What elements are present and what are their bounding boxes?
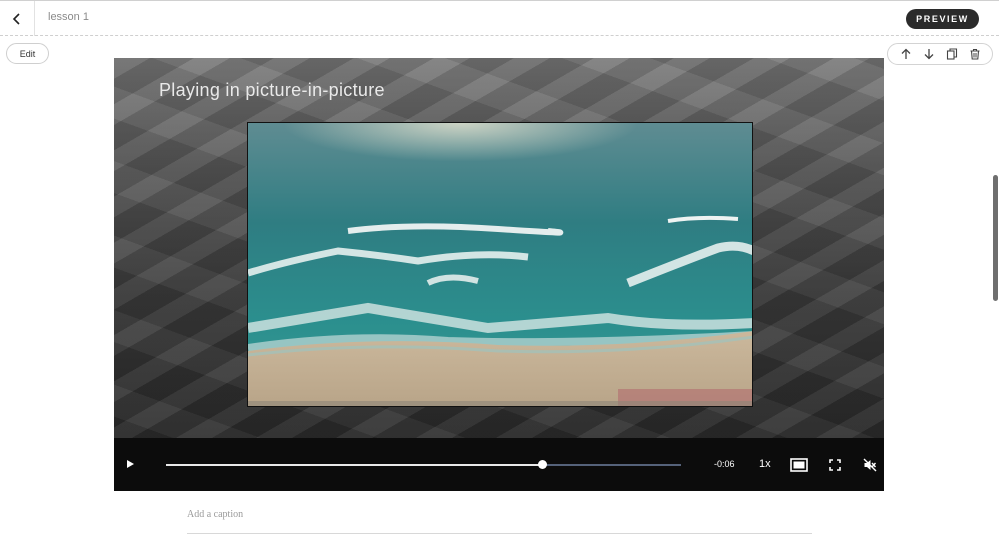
move-up-button[interactable] [897,45,915,63]
top-bar: lesson 1 PREVIEW [0,0,999,36]
picture-in-picture-icon [790,458,808,472]
back-button[interactable] [0,1,35,36]
edit-button[interactable]: Edit [6,43,49,64]
player-controls: -0:06 1x [114,438,884,491]
time-remaining: -0:06 [714,459,735,469]
duplicate-icon [946,48,957,60]
fullscreen-button[interactable] [825,455,845,475]
arrow-up-icon [901,48,910,59]
beach-video-frame [248,123,752,406]
duplicate-button[interactable] [943,45,961,63]
playback-speed-button[interactable]: 1x [759,458,771,470]
mute-button[interactable] [860,455,880,475]
lesson-title[interactable]: lesson 1 [48,11,89,23]
caption-input[interactable]: Add a caption [187,509,243,520]
video-player[interactable]: Playing in picture-in-picture -0:06 1x [114,58,884,491]
page-scrollbar[interactable] [993,175,998,301]
picture-in-picture-button[interactable] [789,455,809,475]
trash-icon [970,48,979,60]
seek-bar[interactable] [166,460,681,469]
seek-bar-played [166,464,542,466]
fullscreen-icon [829,459,841,471]
seek-thumb[interactable] [537,460,547,469]
mute-icon [863,458,877,472]
move-down-button[interactable] [920,45,938,63]
arrow-down-icon [924,49,933,60]
pip-video-preview [247,122,753,407]
pip-message: Playing in picture-in-picture [159,80,385,100]
preview-button[interactable]: PREVIEW [906,9,979,29]
delete-button[interactable] [966,45,984,63]
play-button[interactable] [120,454,140,474]
play-icon [127,460,134,468]
block-toolbar [887,43,993,65]
chevron-left-icon [12,12,20,25]
caption-underline [187,533,812,534]
